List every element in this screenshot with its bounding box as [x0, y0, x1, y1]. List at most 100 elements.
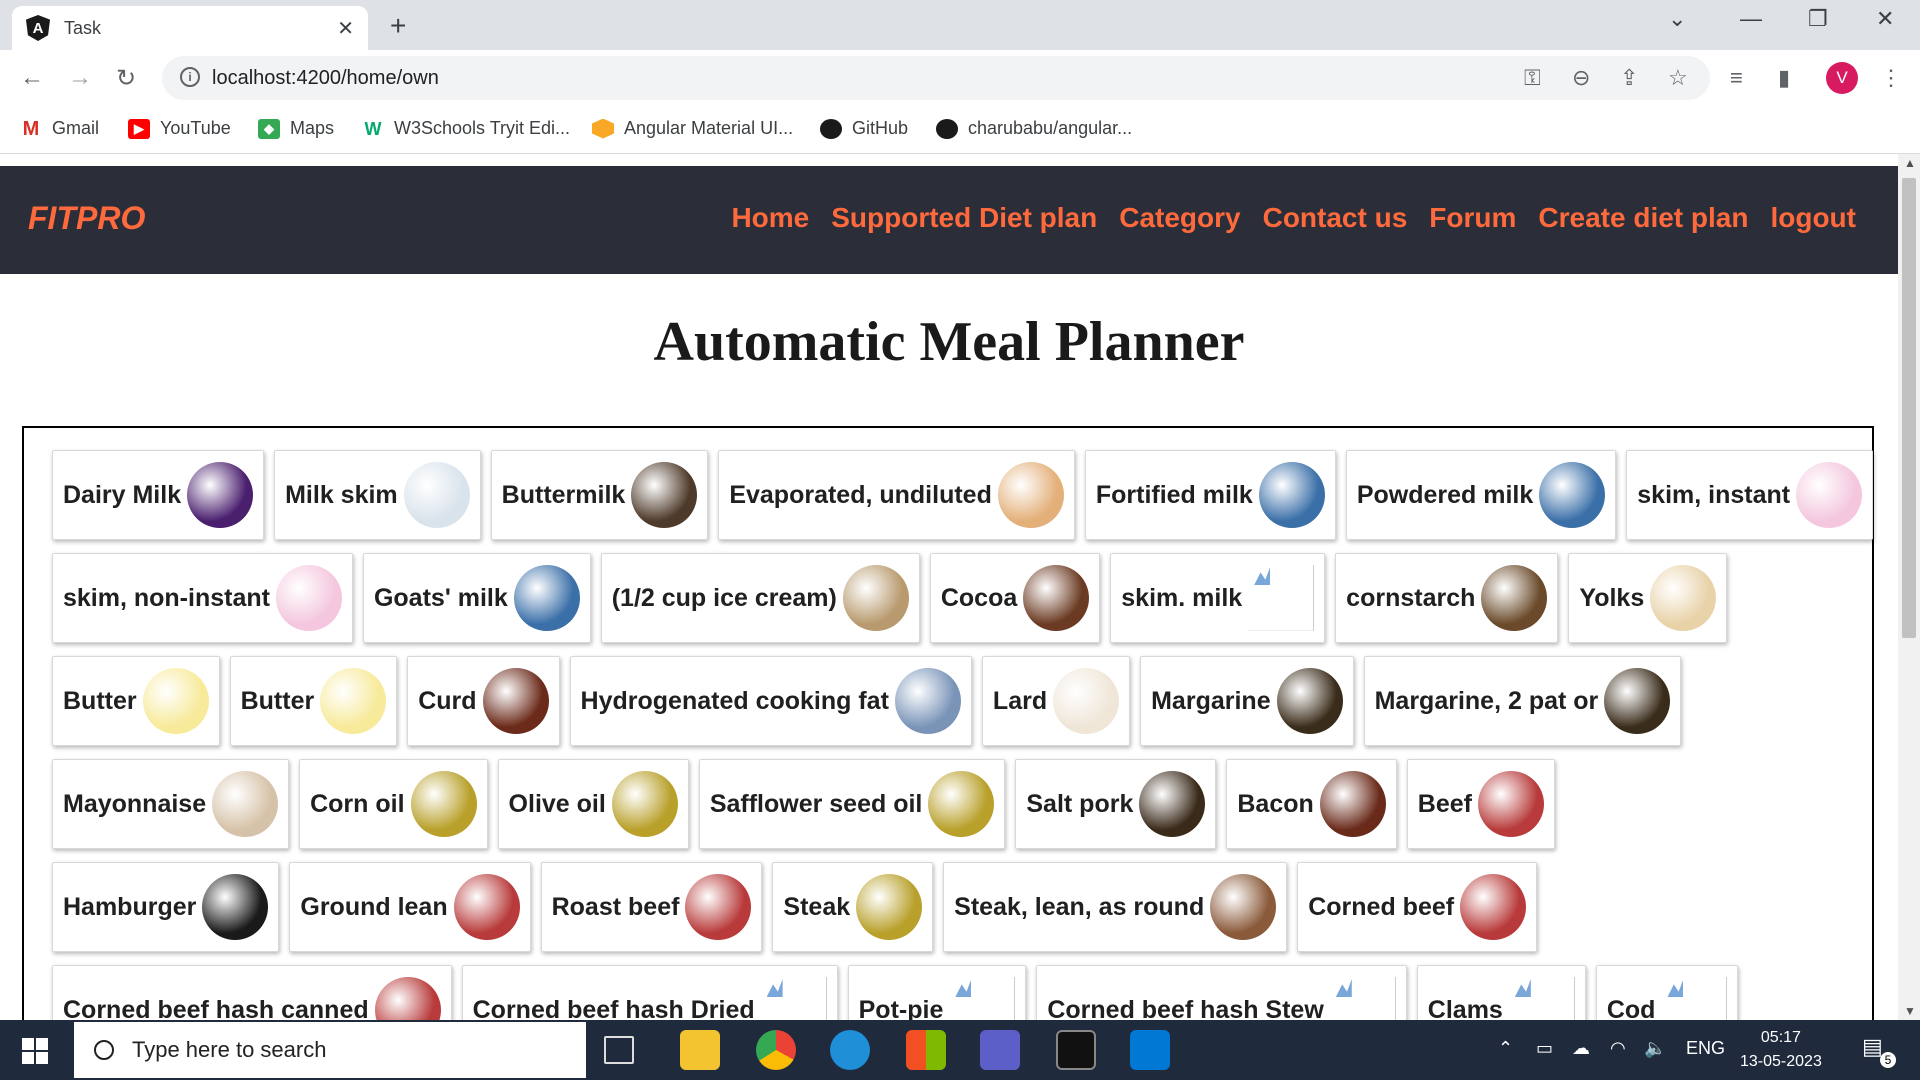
- side-panel-icon[interactable]: ▮: [1778, 65, 1790, 91]
- site-info-icon[interactable]: i: [180, 67, 200, 87]
- tab-search-chevron-icon[interactable]: ⌄: [1668, 6, 1686, 32]
- tray-network-icon[interactable]: ▭: [1536, 1038, 1553, 1059]
- maps-icon: ◆: [258, 118, 280, 139]
- terminal-icon[interactable]: [1056, 1030, 1096, 1070]
- food-card[interactable]: Corned beef hash canned: [52, 965, 452, 1020]
- taskbar-search[interactable]: Type here to search: [74, 1022, 586, 1078]
- food-card[interactable]: Curd: [407, 656, 560, 746]
- nav-logout[interactable]: logout: [1770, 202, 1856, 234]
- food-card[interactable]: Margarine: [1140, 656, 1354, 746]
- food-card[interactable]: Hamburger: [52, 862, 280, 952]
- nav-home[interactable]: Home: [731, 202, 809, 234]
- nav-supported-diet-plan[interactable]: Supported Diet plan: [831, 202, 1097, 234]
- food-card[interactable]: Lard: [981, 656, 1131, 746]
- password-key-icon[interactable]: ⚿: [1524, 65, 1541, 91]
- nav-contact-us[interactable]: Contact us: [1263, 202, 1408, 234]
- food-card[interactable]: Pot-pie: [847, 965, 1027, 1020]
- food-card[interactable]: (1/2 cup ice cream): [600, 553, 920, 643]
- scroll-up-icon[interactable]: ▲: [1904, 156, 1916, 170]
- food-card[interactable]: skim, instant: [1626, 450, 1874, 540]
- food-card[interactable]: Corned beef: [1297, 862, 1538, 952]
- browser-tab[interactable]: A Task ✕: [12, 6, 368, 50]
- tray-chevron-icon[interactable]: ⌃: [1498, 1038, 1513, 1059]
- bookmark-w3schools[interactable]: W W3Schools Tryit Edi...: [362, 118, 571, 139]
- food-card[interactable]: Cod: [1595, 965, 1739, 1020]
- food-card[interactable]: Buttermilk: [490, 450, 709, 540]
- food-card[interactable]: Safflower seed oil: [698, 759, 1006, 849]
- food-card[interactable]: Ground lean: [289, 862, 531, 952]
- bookmark-github[interactable]: GitHub: [820, 118, 908, 139]
- bookmark-label: Angular Material UI...: [624, 118, 794, 138]
- reload-icon[interactable]: ↻: [116, 64, 136, 93]
- food-image: [142, 668, 209, 734]
- media-icon[interactable]: ≡: [1730, 65, 1743, 91]
- bookmark-gmail[interactable]: M Gmail: [20, 118, 99, 139]
- food-card[interactable]: Goats' milk: [362, 553, 591, 643]
- food-card[interactable]: Steak, lean, as round: [943, 862, 1288, 952]
- window-close-icon[interactable]: ✕: [1876, 6, 1894, 32]
- food-card[interactable]: Butter: [52, 656, 220, 746]
- food-card[interactable]: Olive oil: [497, 759, 689, 849]
- forward-icon[interactable]: →: [68, 64, 92, 92]
- food-card[interactable]: Roast beef: [540, 862, 763, 952]
- bookmark-maps[interactable]: ◆ Maps: [258, 118, 334, 139]
- vscode-icon[interactable]: [1130, 1030, 1170, 1070]
- bookmark-angular-material[interactable]: Angular Material UI...: [592, 118, 793, 139]
- taskbar-clock[interactable]: 05:17 13-05-2023: [1740, 1026, 1822, 1074]
- food-card[interactable]: Milk skim: [274, 450, 481, 540]
- food-card[interactable]: Fortified milk: [1084, 450, 1336, 540]
- food-card[interactable]: Mayonnaise: [52, 759, 290, 849]
- bookmark-star-icon[interactable]: ☆: [1668, 65, 1688, 91]
- minimize-icon[interactable]: —: [1740, 6, 1762, 32]
- back-icon[interactable]: ←: [20, 64, 44, 92]
- share-icon[interactable]: ⇪: [1620, 65, 1638, 91]
- food-card[interactable]: Beef: [1406, 759, 1555, 849]
- profile-avatar[interactable]: V: [1826, 62, 1858, 94]
- food-card[interactable]: Powdered milk: [1345, 450, 1617, 540]
- tab-close-icon[interactable]: ✕: [337, 16, 354, 41]
- food-card[interactable]: Evaporated, undiluted: [718, 450, 1075, 540]
- chrome-icon[interactable]: [756, 1030, 796, 1070]
- nav-create-diet-plan[interactable]: Create diet plan: [1538, 202, 1748, 234]
- food-card[interactable]: Dairy Milk: [52, 450, 265, 540]
- food-card[interactable]: cornstarch: [1335, 553, 1559, 643]
- food-card[interactable]: skim, non-instant: [52, 553, 353, 643]
- language-indicator[interactable]: ENG: [1686, 1038, 1725, 1059]
- food-card[interactable]: Hydrogenated cooking fat: [569, 656, 972, 746]
- food-card[interactable]: Clams: [1416, 965, 1586, 1020]
- wifi-icon[interactable]: ◠: [1610, 1038, 1626, 1059]
- brand-logo[interactable]: FITPRO: [28, 200, 145, 237]
- windows-start-icon[interactable]: [22, 1038, 48, 1064]
- store-icon[interactable]: [906, 1030, 946, 1070]
- address-bar[interactable]: i localhost:4200/home/own ⚿ ⊖ ⇪ ☆: [162, 56, 1710, 100]
- food-card[interactable]: skim. milk: [1110, 553, 1326, 643]
- food-card[interactable]: Butter: [229, 656, 398, 746]
- edge-icon[interactable]: [830, 1030, 870, 1070]
- file-explorer-icon[interactable]: [680, 1030, 720, 1070]
- food-card[interactable]: Corn oil: [299, 759, 488, 849]
- new-tab-button[interactable]: +: [390, 10, 406, 42]
- food-card[interactable]: Salt pork: [1015, 759, 1217, 849]
- onedrive-icon[interactable]: ☁: [1572, 1038, 1590, 1059]
- bookmark-charubabu[interactable]: charubabu/angular...: [936, 118, 1132, 139]
- kebab-menu-icon[interactable]: ⋮: [1880, 65, 1902, 91]
- nav-category[interactable]: Category: [1119, 202, 1240, 234]
- teams-icon[interactable]: [980, 1030, 1020, 1070]
- volume-icon[interactable]: 🔈: [1644, 1038, 1666, 1059]
- food-card[interactable]: Steak: [772, 862, 934, 952]
- zoom-icon[interactable]: ⊖: [1572, 65, 1590, 91]
- food-card[interactable]: Cocoa: [929, 553, 1101, 643]
- page-scrollbar[interactable]: ▲ ▼: [1898, 154, 1920, 1020]
- task-view-icon[interactable]: [604, 1036, 634, 1064]
- nav-forum[interactable]: Forum: [1429, 202, 1516, 234]
- food-card[interactable]: Corned beef hash Dried: [461, 965, 838, 1020]
- url-text[interactable]: localhost:4200/home/own: [212, 67, 439, 90]
- scroll-down-icon[interactable]: ▼: [1904, 1004, 1916, 1018]
- food-card[interactable]: Yolks: [1568, 553, 1728, 643]
- food-card[interactable]: Bacon: [1226, 759, 1397, 849]
- food-card[interactable]: Corned beef hash Stew: [1036, 965, 1407, 1020]
- food-card[interactable]: Margarine, 2 pat or: [1363, 656, 1682, 746]
- restore-icon[interactable]: ❐: [1808, 6, 1828, 32]
- bookmark-youtube[interactable]: ▶ YouTube: [128, 118, 231, 139]
- scrollbar-thumb[interactable]: [1902, 178, 1916, 638]
